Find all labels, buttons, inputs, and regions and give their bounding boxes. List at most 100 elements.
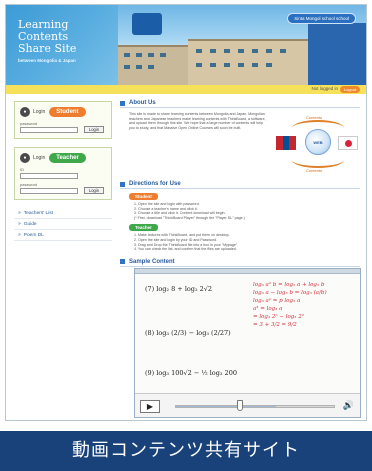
window [238, 49, 244, 53]
sidebar-link-label: Guide [23, 221, 37, 227]
teacher-password-field[interactable] [20, 188, 78, 194]
handwriting-line: log₃ a − log₃ b = log₃ (a/b) [253, 290, 327, 296]
globe-label: WEB [313, 140, 323, 145]
teacher-login-button[interactable]: Login [84, 187, 104, 194]
player-controls: ▶ 🔊 [135, 393, 360, 417]
student-login-header: ● Login Student [20, 106, 106, 118]
window [196, 49, 202, 53]
window [252, 49, 258, 53]
window [238, 63, 244, 67]
glass-facade [308, 23, 366, 85]
student-role-pill: Student [49, 107, 86, 117]
student-tag: Student [129, 193, 158, 200]
teacher-tag: Teacher [129, 224, 158, 232]
teacher-steps: 1. Make lectures with ThinkBoard, and pu… [120, 233, 360, 251]
sidebar-link-poem-dl[interactable]: » Poem DL [14, 230, 112, 241]
mongolia-flag-icon [276, 136, 297, 150]
window [224, 63, 230, 67]
window [252, 63, 258, 67]
japan-flag-icon [338, 136, 358, 150]
window [266, 63, 272, 67]
window [160, 53, 166, 57]
teacher-login-header: ● Login Teacher [20, 152, 106, 164]
arrow-right-icon: » [18, 210, 21, 216]
speaker-icon[interactable]: 🔊 [343, 400, 354, 411]
user-icon: ● [20, 107, 30, 117]
window [136, 65, 142, 69]
handwritten-notes: log₃ a² b = log₃ a + log₃ b log₃ a − log… [253, 281, 327, 329]
page-frame: Learning Contents Share Site between Mon… [5, 4, 367, 421]
handwriting-line: log₃ aᵖ = p log₃ a [253, 298, 301, 304]
main-content: About Us This site is made to share lear… [120, 99, 360, 267]
window [124, 65, 130, 69]
seek-bar[interactable] [175, 405, 335, 408]
flag-stripe [282, 136, 290, 150]
teacher-id-label: ID [20, 167, 24, 172]
building-left [118, 45, 188, 85]
player-toolbar [135, 269, 360, 274]
teacher-field-row: Login [20, 187, 106, 194]
user-icon: ● [20, 153, 30, 163]
diagram-top-label: Contents [306, 115, 323, 120]
about-section: This site is made to share learning cont… [120, 112, 360, 178]
caption-banner: 動画コンテンツ共有サイト [0, 431, 372, 471]
login-word: Login [33, 109, 46, 115]
window [148, 53, 154, 57]
brand-title-line1: Learning Contents [18, 18, 69, 43]
student-field-row: Login [20, 126, 106, 133]
sample-video-player[interactable]: (7) log₂ 8 + log₂ 2√2 (8) log₃ (2/3) − l… [134, 268, 361, 418]
section-marker-icon [120, 100, 125, 106]
login-word: Login [33, 155, 46, 161]
site-header: Learning Contents Share Site between Mon… [6, 5, 366, 85]
step-item: 4. You can check the list, and confirm t… [134, 247, 237, 252]
play-icon: ▶ [146, 402, 154, 411]
student-login-box: ● Login Student password Login [14, 101, 112, 139]
window [224, 49, 230, 53]
equation-7: (7) log₂ 8 + log₂ 2√2 [145, 285, 213, 293]
brand-block[interactable]: Learning Contents Share Site between Mon… [6, 5, 118, 85]
teacher-login-box: ● Login Teacher ID password Login [14, 147, 112, 200]
about-heading: About Us [120, 99, 360, 108]
globe-icon: WEB [305, 129, 331, 155]
header-photo: Sinta Mongol school school [118, 5, 366, 85]
student-steps: 1. Open the site and login with password… [120, 202, 360, 220]
sidebar-link-teachers-list[interactable]: » Teachers' List [14, 208, 112, 219]
window [210, 49, 216, 53]
brand-subtitle: between Mongolia & Japan [18, 58, 76, 63]
student-login-button[interactable]: Login [84, 126, 104, 133]
about-title: About Us [129, 100, 156, 106]
window [210, 63, 216, 67]
seek-handle[interactable] [237, 400, 243, 411]
exchange-diagram: Contents Contents WEB [272, 115, 362, 178]
sidebar-link-label: Poem DL [23, 232, 44, 238]
window [136, 53, 142, 57]
handwriting-line: = 3 + 3/2 = 9/2 [253, 322, 297, 328]
play-button[interactable]: ▶ [140, 400, 160, 413]
flag-stripe [289, 136, 297, 150]
window [280, 49, 286, 53]
logout-button[interactable]: Logout [340, 85, 360, 93]
directions-title: Directions for Use [129, 181, 181, 187]
handwriting-line: a³ = log₃ a [253, 306, 283, 312]
flag-stripe [276, 136, 283, 150]
login-status: Not logged in [311, 86, 338, 91]
step-item: (* First, download "ThinkBoard Player" t… [134, 215, 245, 220]
handwriting-line: log₃ a² b = log₃ a + log₃ b [253, 282, 325, 288]
arrow-right-icon: » [18, 221, 21, 227]
flag-sun [345, 140, 352, 147]
photo-badge: Sinta Mongol school school [287, 13, 356, 24]
teacher-role-pill: Teacher [49, 153, 86, 163]
student-password-field[interactable] [20, 127, 78, 133]
directions-heading: Directions for Use [120, 180, 360, 189]
equation-8: (8) log₃ (2/3) − log₃ (2/27) [145, 329, 231, 337]
section-marker-icon [120, 181, 125, 187]
arrow-right-icon: » [18, 232, 21, 238]
sidebar-link-guide[interactable]: » Guide [14, 219, 112, 230]
brand-title-line2: Share Site [18, 42, 77, 55]
about-text: This site is made to share learning cont… [129, 112, 266, 130]
window [266, 49, 272, 53]
sample-heading: Sample Content [120, 258, 360, 267]
brand-title: Learning Contents Share Site [18, 19, 118, 55]
teacher-id-field[interactable] [20, 173, 78, 179]
sidebar-link-label: Teachers' List [23, 210, 53, 216]
